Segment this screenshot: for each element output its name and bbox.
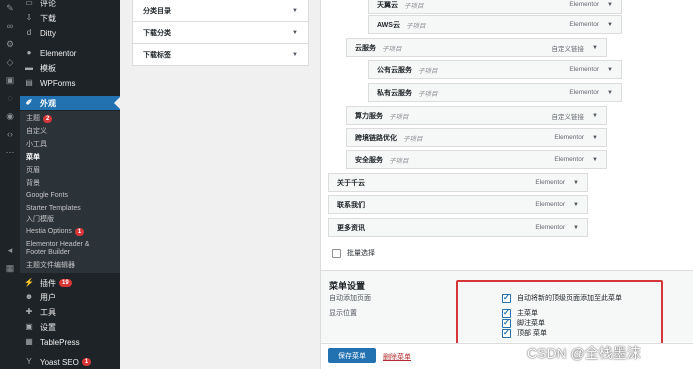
menu-item-about[interactable]: 关于千云 Elementor ▼ <box>328 173 588 192</box>
grid-icon[interactable]: ▦ <box>3 262 17 274</box>
elementor-icon: ● <box>26 48 32 57</box>
bulk-select[interactable]: 批量选择 <box>332 248 375 258</box>
submenu-background[interactable]: 背景 <box>26 179 40 189</box>
eye-icon[interactable]: ◉ <box>3 110 17 122</box>
menu-item-aws-cloud[interactable]: AWS云 子项目 Elementor ▼ <box>368 15 622 34</box>
submenu-google-fonts[interactable]: Google Fonts <box>26 191 68 201</box>
submenu-header[interactable]: 页眉 <box>26 166 40 176</box>
collapse-icon[interactable]: ◂ <box>3 244 17 256</box>
caret-down-icon[interactable]: ▼ <box>592 135 598 141</box>
menu-item-yoast[interactable]: Y Yoast SEO 1 <box>20 355 120 369</box>
highlight-annotation-box <box>456 280 663 351</box>
menu-item-cross-border-link[interactable]: 跨境链路优化 子项目 Elementor ▼ <box>346 128 607 147</box>
wrench-icon[interactable]: ⚙ <box>3 38 17 50</box>
image-icon[interactable]: ▣ <box>3 74 17 86</box>
accordion-download-categories[interactable]: 下载分类 ▼ <box>133 22 308 44</box>
csdn-watermark: CSDN @全栈墨沫 <box>527 345 641 361</box>
yoast-icon: Y <box>26 357 32 366</box>
bulk-select-checkbox[interactable] <box>332 248 341 258</box>
update-badge: 1 <box>74 228 85 236</box>
menu-item-cloud-services[interactable]: 云服务 子项目 自定义链接 ▼ <box>346 38 607 57</box>
editor-icon-strip: ✎ ∞ ⚙ ◇ ▣ ◌ ◉ ‹› ⋯ ◂ ▦ <box>0 0 20 369</box>
comment-icon[interactable]: ◌ <box>3 92 17 104</box>
menu-item-contact[interactable]: 联系我们 Elementor ▼ <box>328 195 588 214</box>
submenu-hestia-options[interactable]: Hestia Options 1 <box>26 227 85 237</box>
menu-item-tianyi-cloud[interactable]: 天翼云 子项目 Elementor ▼ <box>368 0 622 14</box>
menu-item-users[interactable]: ☻ 用户 <box>20 290 120 304</box>
tag-icon[interactable]: ◇ <box>3 56 17 68</box>
caret-down-icon: ▼ <box>292 7 298 14</box>
caret-down-icon[interactable]: ▼ <box>592 157 598 163</box>
caret-down-icon[interactable]: ▼ <box>607 2 613 8</box>
menu-item-compute-services[interactable]: 算力服务 子项目 自定义链接 ▼ <box>346 106 607 125</box>
caret-down-icon[interactable]: ▼ <box>573 225 579 231</box>
caret-down-icon[interactable]: ▼ <box>573 202 579 208</box>
caret-down-icon[interactable]: ▼ <box>573 180 579 186</box>
menu-item-public-cloud[interactable]: 公有云服务 子项目 Elementor ▼ <box>368 60 622 79</box>
brush-icon: ✐ <box>25 98 33 107</box>
link-icon[interactable]: ∞ <box>3 20 17 32</box>
caret-down-icon[interactable]: ▼ <box>592 45 598 51</box>
more-icon[interactable]: ⋯ <box>3 146 17 158</box>
accordion-categories[interactable]: 分类目录 ▼ <box>133 0 308 22</box>
submenu-starter-templates-cn[interactable]: 入门模版 <box>26 215 54 225</box>
submenu-themes[interactable]: 主题 2 <box>26 114 53 124</box>
settings-icon: ▣ <box>25 322 33 331</box>
ditty-icon: d <box>26 28 32 37</box>
caret-down-icon: ▼ <box>292 29 298 36</box>
menu-item-ditty[interactable]: d Ditty <box>20 26 120 40</box>
display-location-label: 显示位置 <box>329 310 357 317</box>
menu-item-security-services[interactable]: 安全服务 子项目 Elementor ▼ <box>346 150 607 169</box>
folder-icon: ▬ <box>25 63 33 72</box>
menu-item-tablepress[interactable]: ▦ TablePress <box>20 335 120 349</box>
submenu-menus[interactable]: 菜单 <box>26 153 40 163</box>
caret-down-icon: ▼ <box>292 51 298 58</box>
update-badge: 1 <box>81 358 92 366</box>
submenu-theme-file-editor[interactable]: 主题文件编辑器 <box>26 261 75 271</box>
user-icon: ☻ <box>24 292 34 301</box>
menu-item-plugins[interactable]: ⚡ 插件 19 <box>20 276 120 290</box>
submenu-customize[interactable]: 自定义 <box>26 127 47 137</box>
delete-menu-link[interactable]: 删除菜单 <box>383 352 411 362</box>
active-menu-arrow <box>114 97 120 109</box>
menu-item-wpforms[interactable]: ▤ WPForms <box>20 76 120 90</box>
menu-item-comments[interactable]: ▭ 评论 <box>20 0 120 10</box>
menu-item-more-news[interactable]: 更多资讯 Elementor ▼ <box>328 218 588 237</box>
auto-add-pages-label: 自动添加页面 <box>329 295 371 302</box>
plugin-icon: ⚡ <box>24 278 34 287</box>
forms-icon: ▤ <box>25 78 33 87</box>
add-menu-items-panel: 分类目录 ▼ 下载分类 ▼ 下载标签 ▼ <box>132 0 309 66</box>
appearance-submenu: 主题 2 自定义 小工具 菜单 页眉 背景 Google Fonts Starte… <box>20 111 120 273</box>
menu-item-elementor[interactable]: ● Elementor <box>20 46 120 60</box>
submenu-widgets[interactable]: 小工具 <box>26 140 47 150</box>
tool-icon: ✚ <box>25 307 33 316</box>
admin-sidebar: ▭ 评论 ⇩ 下载 d Ditty ● Elementor ▬ 模板 ▤ WPF… <box>20 0 120 369</box>
accordion-download-tags[interactable]: 下载标签 ▼ <box>133 44 308 66</box>
save-menu-button[interactable]: 保存菜单 <box>328 348 376 363</box>
menu-item-tools[interactable]: ✚ 工具 <box>20 305 120 319</box>
caret-down-icon[interactable]: ▼ <box>592 113 598 119</box>
caret-down-icon[interactable]: ▼ <box>607 90 613 96</box>
update-badge: 19 <box>59 279 72 287</box>
download-icon: ⇩ <box>25 13 33 22</box>
pen-icon[interactable]: ✎ <box>3 2 17 14</box>
code-icon[interactable]: ‹› <box>3 128 17 140</box>
comment-icon: ▭ <box>25 0 33 7</box>
menu-item-private-cloud[interactable]: 私有云服务 子项目 Elementor ▼ <box>368 83 622 102</box>
menu-item-templates[interactable]: ▬ 模板 <box>20 61 120 75</box>
menu-item-appearance[interactable]: ✐ 外观 <box>20 96 120 110</box>
caret-down-icon[interactable]: ▼ <box>607 22 613 28</box>
menu-item-downloads[interactable]: ⇩ 下载 <box>20 11 120 25</box>
update-badge: 2 <box>43 115 53 123</box>
menu-item-settings[interactable]: ▣ 设置 <box>20 320 120 334</box>
submenu-starter-templates[interactable]: Starter Templates <box>26 204 81 214</box>
caret-down-icon[interactable]: ▼ <box>607 67 613 73</box>
menu-settings-title: 菜单设置 <box>329 281 366 291</box>
table-icon: ▦ <box>25 337 33 346</box>
submenu-elementor-hf-line2[interactable]: Footer Builder <box>26 248 70 258</box>
